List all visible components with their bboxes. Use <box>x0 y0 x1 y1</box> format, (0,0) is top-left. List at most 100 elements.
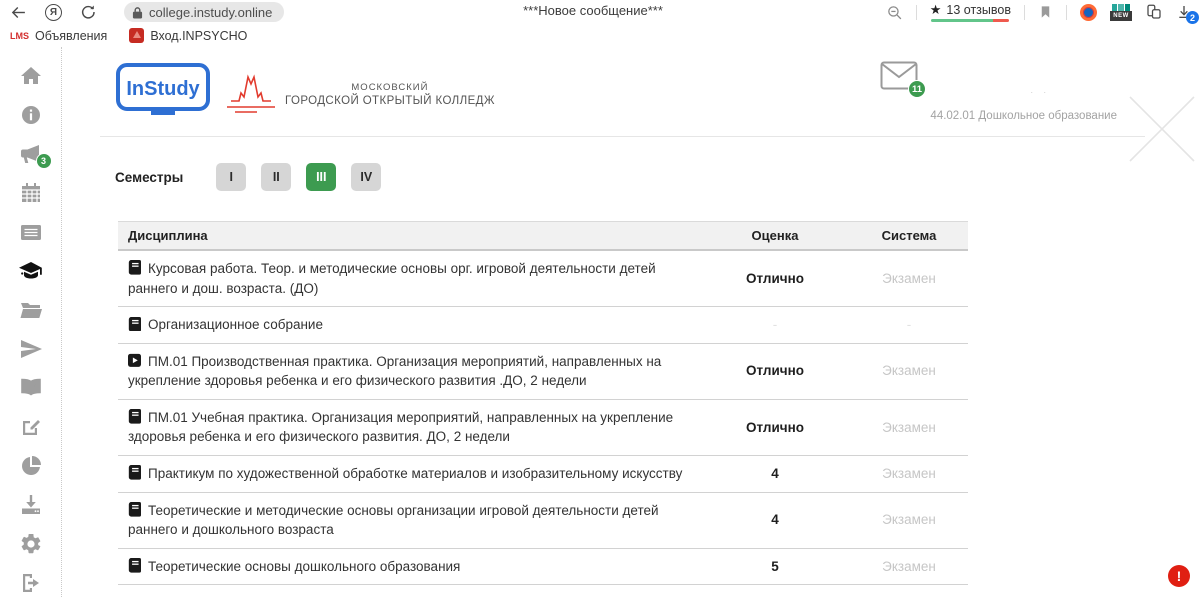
college-emblem-icon <box>225 69 277 119</box>
discipline-name: ПМ.01 Учебная практика. Организация меро… <box>128 410 673 445</box>
search-icon[interactable] <box>886 4 903 21</box>
table-row: Теоретические основы дошкольного образов… <box>118 548 968 585</box>
bookmark-inpsycho[interactable]: Вход.INPSYCHO <box>129 28 247 43</box>
book-icon <box>128 502 141 516</box>
college-logo: МОСКОВСКИЙ ГОРОДСКОЙ ОТКРЫТЫЙ КОЛЛЕДЖ <box>225 69 495 119</box>
discipline-name: Курсовая работа. Теор. и методические ос… <box>128 261 656 296</box>
semester-switcher: Семестры I II III IV <box>115 163 1200 191</box>
lock-icon <box>132 6 143 19</box>
sidebar-item-statistics[interactable] <box>16 453 46 479</box>
system-cell: Экзамен <box>850 343 968 399</box>
sidebar-item-downloads[interactable] <box>16 492 46 518</box>
gear-icon <box>19 532 43 556</box>
lms-favicon: LMS <box>10 31 29 41</box>
new-badge: NEW <box>1110 11 1132 21</box>
semester-button-2[interactable]: II <box>261 163 291 191</box>
star-icon: ★ <box>930 3 942 16</box>
sidebar-item-messages[interactable] <box>16 336 46 362</box>
student-name-redacted: . . <box>1030 85 1050 95</box>
sidebar-item-grades[interactable] <box>16 258 46 284</box>
sidebar-item-settings[interactable] <box>16 531 46 557</box>
system-cell: Экзамен <box>850 250 968 307</box>
discipline-name: Теоретические и методические основы орга… <box>128 503 659 538</box>
screen: Я college.instudy.online ***Новое сообще… <box>0 0 1200 597</box>
system-cell: - <box>850 307 968 344</box>
svg-text:А: А <box>33 384 38 391</box>
browser-extension-icon[interactable] <box>1080 4 1097 21</box>
book-icon <box>128 558 141 572</box>
table-row: Практикум по художественной обработке ма… <box>118 455 968 492</box>
page-title: ***Новое сообщение*** <box>523 3 663 18</box>
reviews-widget[interactable]: ★ 13 отзывов <box>930 3 1011 22</box>
book-icon <box>128 465 141 479</box>
grade-cell: Отлично <box>700 250 850 307</box>
discipline-name: Теоретические основы дошкольного образов… <box>148 559 460 574</box>
reviews-count: 13 отзывов <box>946 3 1011 17</box>
bookmarks-bar: LMS Объявления Вход.INPSYCHO <box>0 24 1200 47</box>
table-header-row: Дисциплина Оценка Система <box>118 222 968 251</box>
system-cell: Экзамен <box>850 455 968 492</box>
column-system: Система <box>850 222 968 251</box>
college-name-line2: ГОРОДСКОЙ ОТКРЫТЫЙ КОЛЛЕДЖ <box>285 95 495 107</box>
new-extension-icon[interactable]: NEW <box>1110 4 1132 21</box>
column-discipline: Дисциплина <box>118 222 700 251</box>
play-icon <box>128 353 141 367</box>
table-row: ПМ.01 Производственная практика. Организ… <box>118 343 968 399</box>
divider <box>916 5 917 20</box>
semester-button-3[interactable]: III <box>306 163 336 191</box>
instudy-logo[interactable]: InStudy <box>115 63 211 124</box>
paper-plane-icon <box>19 337 43 361</box>
bookmark-lms[interactable]: LMS Объявления <box>10 29 107 43</box>
grade-cell: - <box>700 307 850 344</box>
download-tray-icon <box>19 493 43 517</box>
table-row: Курсовая работа. Теор. и методические ос… <box>118 250 968 307</box>
bookmark-flag-icon[interactable] <box>1038 4 1053 20</box>
reviews-rating-bar <box>931 19 1009 22</box>
mail-button[interactable]: 11 <box>880 61 918 95</box>
table-row: ПМ.01 Учебная практика. Организация меро… <box>118 399 968 455</box>
home-icon <box>19 64 43 88</box>
divider <box>1024 5 1025 20</box>
sidebar-item-announcements[interactable]: 3 <box>16 141 46 167</box>
grade-cell: 5 <box>700 548 850 585</box>
sidebar-item-schedule[interactable] <box>16 180 46 206</box>
address-bar[interactable]: college.instudy.online <box>124 2 284 22</box>
system-cell: Экзамен <box>850 492 968 548</box>
grade-cell: Отлично <box>700 343 850 399</box>
alert-icon[interactable]: ! <box>1168 565 1190 587</box>
close-icon[interactable] <box>1126 93 1198 170</box>
grade-cell: 4 <box>700 492 850 548</box>
inpsycho-favicon <box>129 28 144 43</box>
book-icon <box>128 409 141 423</box>
collections-icon[interactable] <box>1145 3 1163 21</box>
sidebar-item-info[interactable] <box>16 102 46 128</box>
url-text: college.instudy.online <box>149 5 272 20</box>
browser-toolbar: Я college.instudy.online ***Новое сообще… <box>0 0 1200 24</box>
discipline-name: Практикум по художественной обработке ма… <box>148 466 682 481</box>
sidebar-item-journal[interactable] <box>16 219 46 245</box>
sidebar-item-logout[interactable] <box>16 570 46 596</box>
grade-cell: Отлично <box>700 399 850 455</box>
sidebar-item-home[interactable] <box>16 63 46 89</box>
book-icon <box>128 260 141 274</box>
edit-icon <box>19 415 43 439</box>
divider <box>1066 5 1067 20</box>
program-label: 44.02.01 Дошкольное образование <box>930 110 1117 122</box>
semester-button-4[interactable]: IV <box>351 163 381 191</box>
sidebar-item-dictionary[interactable]: яА <box>16 375 46 401</box>
system-cell: Экзамен <box>850 399 968 455</box>
sidebar-item-edit[interactable] <box>16 414 46 440</box>
yandex-button[interactable]: Я <box>45 4 62 21</box>
folder-open-icon <box>19 298 43 322</box>
system-cell: Экзамен <box>850 548 968 585</box>
sidebar-item-materials[interactable] <box>16 297 46 323</box>
announcements-badge: 3 <box>36 153 52 169</box>
back-icon[interactable] <box>10 4 27 21</box>
downloads-icon[interactable]: 2 <box>1176 4 1192 20</box>
info-icon <box>19 103 43 127</box>
calendar-icon <box>19 181 43 205</box>
reload-icon[interactable] <box>80 4 96 20</box>
svg-text:InStudy: InStudy <box>126 78 200 100</box>
app-header: InStudy МОСКОВСКИЙ ГОРОДСКОЙ ОТКРЫТЫЙ <box>100 59 1145 137</box>
semester-button-1[interactable]: I <box>216 163 246 191</box>
